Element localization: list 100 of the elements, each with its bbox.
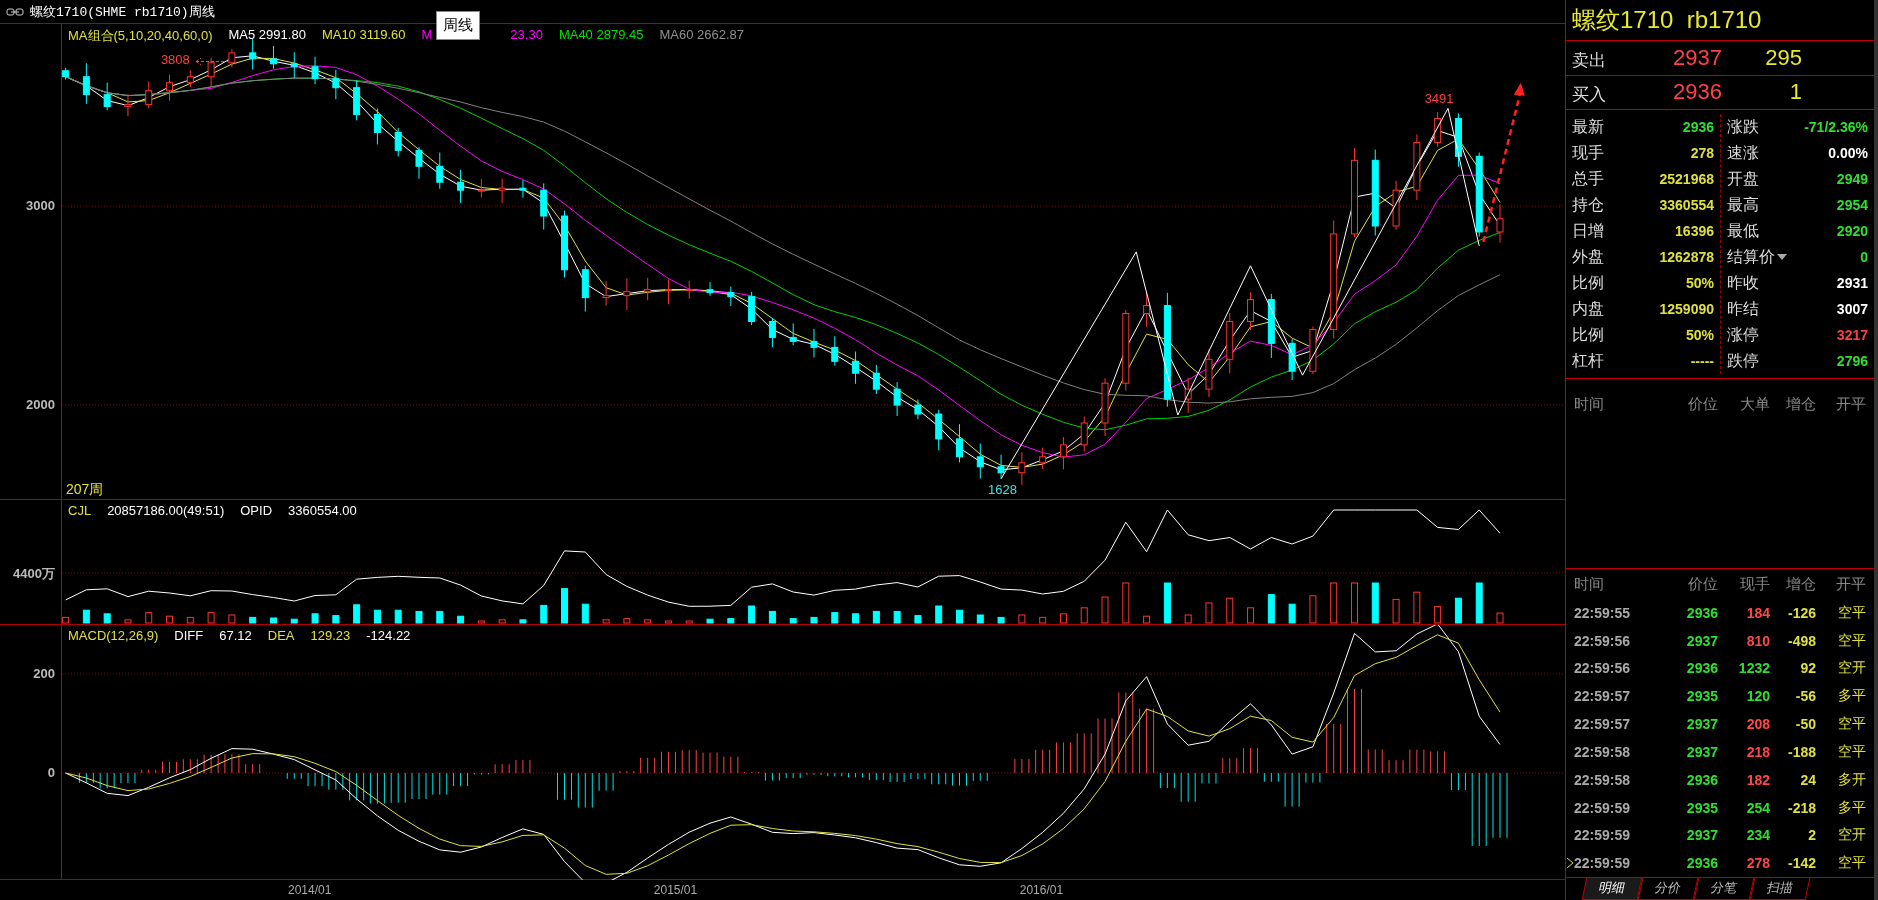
legend-text: MA40 2879.45 [558, 27, 644, 44]
column-header: 现手 [1739, 574, 1770, 594]
position-change: -126 [1786, 604, 1816, 621]
trade-price: 2935 [1685, 688, 1718, 705]
quote-label: 最低 [1727, 220, 1759, 241]
quote-value: 278 [1690, 145, 1714, 162]
trade-time: 22:59:57 [1574, 716, 1632, 733]
quote-value: ----- [1690, 353, 1714, 370]
ask-price: 2937 [1672, 44, 1722, 71]
legend-text: MA5 2991.80 [228, 27, 306, 44]
column-header: 价位 [1687, 394, 1718, 414]
contract-title: 螺纹1710 rb1710 [1566, 0, 1874, 41]
legend-text: -124.22 [366, 628, 411, 643]
quote-value: -71/2.36% [1804, 119, 1868, 136]
trade-type: 空平 [1837, 631, 1866, 650]
legend-text: DIFF [174, 628, 204, 643]
quote-label: 比例 [1572, 324, 1604, 345]
bid-volume: 1 [1788, 79, 1802, 106]
trade-volume: 810 [1745, 632, 1770, 649]
trade-time: 22:59:55 [1574, 604, 1632, 621]
column-header: 时间 [1574, 574, 1605, 594]
quote-label: 涨跌 [1727, 116, 1759, 137]
trade-volume: 1232 [1737, 660, 1770, 677]
dashed-arrow-icon [193, 57, 230, 66]
dropdown-icon[interactable] [1777, 254, 1787, 261]
quote-value: 2954 [1836, 197, 1868, 214]
quote-label: 跌停 [1727, 350, 1759, 371]
quote-value: 2931 [1836, 275, 1868, 292]
trade-volume: 218 [1745, 743, 1770, 760]
position-change: -56 [1794, 688, 1816, 705]
quote-label: 杠杆 [1572, 350, 1604, 371]
trade-volume: 278 [1745, 855, 1770, 872]
position-change: -498 [1786, 632, 1816, 649]
trade-price: 2936 [1685, 660, 1718, 677]
tooltip: 周线 [436, 11, 481, 40]
quote-label: 买入 [1572, 84, 1607, 107]
trade-type: 空平 [1837, 603, 1866, 622]
panel-tab[interactable]: 分价 [1637, 878, 1699, 900]
legend-text: OPID [240, 503, 273, 518]
quote-value: 50% [1685, 327, 1714, 344]
trade-price: 2935 [1685, 799, 1718, 816]
quote-value: 2521968 [1659, 171, 1714, 188]
quote-value: 2949 [1836, 171, 1868, 188]
trade-time: 22:59:59 [1574, 827, 1632, 844]
trade-price: 2937 [1685, 827, 1718, 844]
y-axis-label: 0 [47, 765, 55, 781]
quote-value: 1262878 [1659, 249, 1714, 266]
legend-text: MA组合(5,10,20,40,60,0) [68, 27, 213, 45]
quote-value: 2796 [1836, 353, 1868, 370]
trade-time: 22:59:56 [1574, 632, 1632, 649]
quote-value: 50% [1685, 275, 1714, 292]
panel-tab[interactable]: 明细 [1581, 878, 1643, 900]
trade-price: 2937 [1685, 716, 1718, 733]
trade-type: 空平 [1837, 854, 1866, 873]
legend-text: CJL [68, 503, 92, 518]
y-axis-label: 2000 [26, 397, 55, 413]
quote-value: 1259090 [1659, 301, 1714, 318]
trade-time: 22:59:58 [1574, 743, 1632, 760]
quote-label: 开盘 [1727, 168, 1759, 189]
y-axis-label: 3000 [26, 198, 55, 214]
quote-label: 昨结 [1727, 298, 1759, 319]
legend-text: 129.23 [310, 628, 351, 643]
trade-type: 空平 [1837, 742, 1866, 761]
quote-value: 2936 [1682, 119, 1714, 136]
legend-text: MA60 2662.87 [659, 27, 745, 44]
position-change: -188 [1786, 743, 1816, 760]
position-change: -50 [1794, 716, 1816, 733]
quote-value: 16396 [1675, 223, 1714, 240]
trade-volume: 234 [1745, 827, 1770, 844]
quote-label: 昨收 [1727, 272, 1759, 293]
trade-price: 2937 [1685, 632, 1718, 649]
legend-text: MACD(12,26,9) [68, 628, 159, 643]
price-annotation: 3808 [159, 52, 191, 67]
quote-value: 3360554 [1659, 197, 1714, 214]
panel-tab[interactable]: 分笔 [1693, 878, 1755, 900]
column-header: 大单 [1739, 394, 1770, 414]
trade-volume: 182 [1745, 771, 1770, 788]
position-change: 92 [1799, 660, 1816, 677]
period-count: 207周 [66, 481, 104, 499]
trade-volume: 254 [1745, 799, 1770, 816]
trade-price: 2936 [1685, 771, 1718, 788]
trade-type: 空开 [1837, 826, 1866, 845]
quote-value: 2920 [1836, 223, 1868, 240]
window-title: 螺纹1710(SHME rb1710)周线 [30, 3, 215, 21]
quote-label: 比例 [1572, 272, 1604, 293]
trade-time: 22:59:59 [1574, 855, 1632, 872]
legend-text: 67.12 [219, 628, 252, 643]
quote-label: 持仓 [1572, 194, 1604, 215]
legend-text: 23.30 [510, 27, 543, 44]
quote-value: 0 [1860, 249, 1868, 266]
legend-text: DEA [267, 628, 295, 643]
quote-value: 3217 [1836, 327, 1868, 344]
quote-label: 涨停 [1727, 324, 1759, 345]
ask-volume: 295 [1764, 44, 1802, 71]
trade-time: 22:59:58 [1574, 771, 1632, 788]
quote-label: 外盘 [1572, 246, 1604, 267]
column-header: 价位 [1687, 574, 1718, 594]
quote-label: 结算价 [1727, 246, 1775, 267]
trade-price: 2937 [1685, 743, 1718, 760]
panel-tab[interactable]: 扫描 [1749, 878, 1811, 900]
